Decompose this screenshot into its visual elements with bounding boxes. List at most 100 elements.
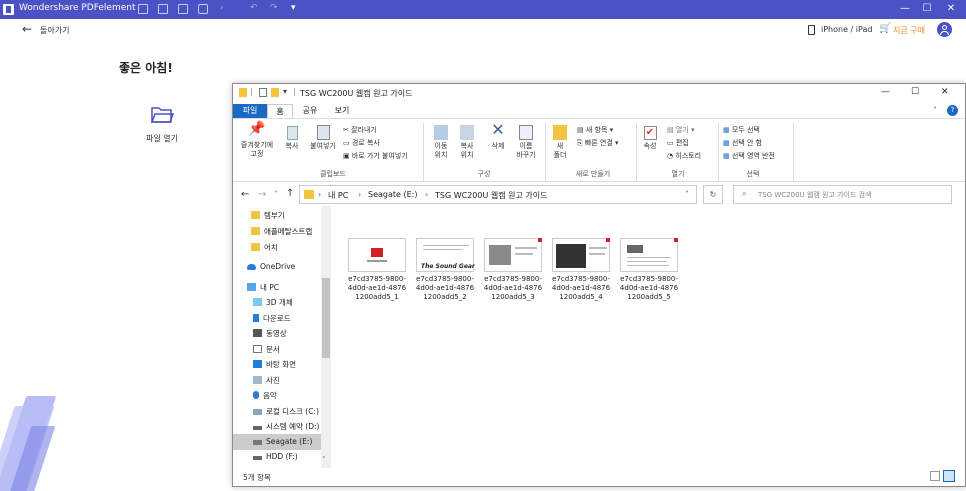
copy-to-button[interactable]: 복사 위치 xyxy=(455,125,479,160)
cut-button[interactable]: ✂ 잘라내기 xyxy=(343,125,377,135)
minimize-button[interactable]: — xyxy=(898,2,912,16)
open-label: 열기 xyxy=(675,126,689,134)
print-icon[interactable] xyxy=(198,4,208,14)
avatar[interactable] xyxy=(937,22,952,37)
home-panel: 좋은 아침! 파일 열기 xyxy=(0,41,232,491)
buy-link[interactable]: 지금 구매 xyxy=(893,25,925,36)
nav-item[interactable]: 템부기 xyxy=(251,210,285,221)
collapse-ribbon-icon[interactable]: ˄ xyxy=(933,106,937,115)
file-item[interactable]: e7cd3785-9800- 4d0d-ae1d-4876 1200add5_5 xyxy=(618,238,680,302)
breadcrumb-item[interactable]: TSG WC200U 웹캠 원고 가이드 xyxy=(435,190,547,201)
maximize-button[interactable]: ☐ xyxy=(911,87,919,97)
chevron-down-icon[interactable]: ˅ xyxy=(685,190,689,199)
back-arrow-icon[interactable]: ← xyxy=(241,189,249,200)
search-input[interactable]: ⌕ TSG WC200U 웹캠 원고 가이드 검색 xyxy=(733,185,952,204)
edit-button[interactable]: ▭ 편집 xyxy=(667,138,689,148)
file-item[interactable]: The Sound Gear e7cd3785-9800- 4d0d-ae1d-4… xyxy=(414,238,476,302)
invert-selection-icon: ▦ xyxy=(723,152,732,160)
nav-item[interactable]: 3D 개체 xyxy=(253,297,293,308)
nav-item[interactable]: HDD (F:) xyxy=(253,452,298,461)
up-arrow-icon[interactable]: ↑ xyxy=(286,188,294,199)
tab-view[interactable]: 보기 xyxy=(329,105,355,116)
close-button[interactable]: ✕ xyxy=(941,87,949,97)
nav-item-seagate[interactable]: Seagate (E:) xyxy=(253,437,312,446)
paste-shortcut-label: 바로 가기 붙여넣기 xyxy=(351,152,408,160)
back-link[interactable]: 돌아가기 xyxy=(40,25,69,36)
checkmark-icon[interactable] xyxy=(259,88,267,97)
tab-home[interactable]: 홈 xyxy=(267,104,293,119)
select-none-button[interactable]: ▦ 선택 안 함 xyxy=(723,138,762,148)
nav-item[interactable]: 로컬 디스크 (C:) xyxy=(253,406,319,417)
cart-icon: 🛒 xyxy=(879,23,892,34)
quick-access-dropdown-icon[interactable]: ▾ xyxy=(283,87,287,96)
thumbnail-text: The Sound Gear xyxy=(421,263,475,270)
copy-path-button[interactable]: ▭ 경로 복사 xyxy=(343,138,380,148)
new-folder-button[interactable]: 새 폴더 xyxy=(549,125,571,160)
invert-selection-button[interactable]: ▦ 선택 영역 반전 xyxy=(723,151,775,161)
chevron-right-icon: › xyxy=(220,3,224,13)
nav-item[interactable]: 다운로드 xyxy=(253,313,291,324)
pin-button[interactable]: 📌 즐겨찾기에 고정 xyxy=(237,122,277,159)
paste-shortcut-button[interactable]: ▣ 바로 가기 붙여넣기 xyxy=(343,151,408,161)
copyto-icon xyxy=(460,125,474,140)
invert-selection-label: 선택 영역 반전 xyxy=(731,152,775,160)
nav-item[interactable]: 사진 xyxy=(253,375,280,386)
close-button[interactable]: ✕ xyxy=(944,2,958,16)
undo-icon[interactable]: ↶ xyxy=(250,3,258,13)
device-link[interactable]: iPhone / iPad xyxy=(821,25,872,34)
file-thumbnail xyxy=(348,238,406,272)
nav-item[interactable]: 어치 xyxy=(251,242,278,253)
scroll-down-icon[interactable]: ˅ xyxy=(322,456,326,464)
scrollbar[interactable]: ˅ xyxy=(321,206,331,468)
copy-button[interactable]: 복사 xyxy=(281,125,303,151)
nav-item[interactable]: 바탕 화면 xyxy=(253,359,296,370)
file-item[interactable]: e7cd3785-9800- 4d0d-ae1d-4876 1200add5_3 xyxy=(482,238,544,302)
tab-share[interactable]: 공유 xyxy=(297,105,323,116)
cut-label: 잘라내기 xyxy=(351,126,377,134)
rename-icon xyxy=(519,125,533,140)
delete-button[interactable]: ✕ 삭제 xyxy=(487,122,509,151)
minimize-button[interactable]: — xyxy=(881,87,890,97)
properties-button[interactable]: ✔ 속성 xyxy=(639,125,661,151)
maximize-button[interactable]: ☐ xyxy=(920,2,934,16)
select-all-button[interactable]: ▦ 모두 선택 xyxy=(723,125,760,135)
refresh-button[interactable]: ↻ xyxy=(703,185,723,204)
nav-item-onedrive[interactable]: OneDrive xyxy=(247,262,295,271)
properties-label: 속성 xyxy=(643,142,657,150)
group-open-label: 열기 xyxy=(671,170,685,178)
forward-arrow-icon[interactable]: → xyxy=(258,189,266,200)
nav-item[interactable]: 문서 xyxy=(253,344,280,355)
scrollbar-thumb[interactable] xyxy=(322,278,330,358)
easy-access-button[interactable]: ⎘ 빠른 연결 ▾ xyxy=(577,138,619,148)
nav-item[interactable]: 음악 xyxy=(253,390,277,401)
new-folder-icon[interactable] xyxy=(271,88,279,97)
open-folder-icon[interactable] xyxy=(150,105,175,125)
redo-icon[interactable]: ↷ xyxy=(270,3,278,13)
file-item[interactable]: e7cd3785-9800- 4d0d-ae1d-4876 1200add5_4 xyxy=(550,238,612,302)
paste-button[interactable]: 붙여넣기 xyxy=(307,125,339,151)
rename-button[interactable]: 이름 바꾸기 xyxy=(513,125,539,160)
breadcrumb-item[interactable]: Seagate (E:) xyxy=(368,190,417,199)
history-button[interactable]: ◔ 히스토리 xyxy=(667,151,701,161)
recent-dropdown-icon[interactable]: ˅ xyxy=(274,190,278,199)
nav-item[interactable]: 시스템 예약 (D:) xyxy=(253,421,319,432)
nav-item[interactable]: 애플메탈스트랩 xyxy=(251,226,312,237)
back-arrow-icon[interactable]: ← xyxy=(22,22,32,36)
open-file-link[interactable]: 파일 열기 xyxy=(146,133,178,144)
tab-file[interactable]: 파일 xyxy=(233,104,267,118)
dropdown-icon[interactable]: ▾ xyxy=(291,3,296,13)
folder-icon[interactable] xyxy=(138,4,148,14)
help-icon[interactable]: ? xyxy=(947,105,958,116)
mail-icon[interactable] xyxy=(178,4,188,14)
move-to-button[interactable]: 이동 위치 xyxy=(429,125,453,160)
open-button[interactable]: ▤ 열기 ▾ xyxy=(667,125,694,135)
nav-item[interactable]: 동영상 xyxy=(253,328,287,339)
large-icons-view-icon[interactable] xyxy=(943,470,955,482)
details-view-icon[interactable] xyxy=(930,471,940,481)
save-icon[interactable] xyxy=(158,4,168,14)
breadcrumb-item[interactable]: 내 PC xyxy=(328,190,348,201)
file-item[interactable]: e7cd3785-9800- 4d0d-ae1d-4876 1200add5_1 xyxy=(346,238,408,302)
new-item-button[interactable]: ▤ 새 항목 ▾ xyxy=(577,125,613,135)
nav-item-this-pc[interactable]: 내 PC xyxy=(247,282,279,293)
address-bar[interactable]: › 내 PC › Seagate (E:) › TSG WC200U 웹캠 원고… xyxy=(299,185,697,204)
